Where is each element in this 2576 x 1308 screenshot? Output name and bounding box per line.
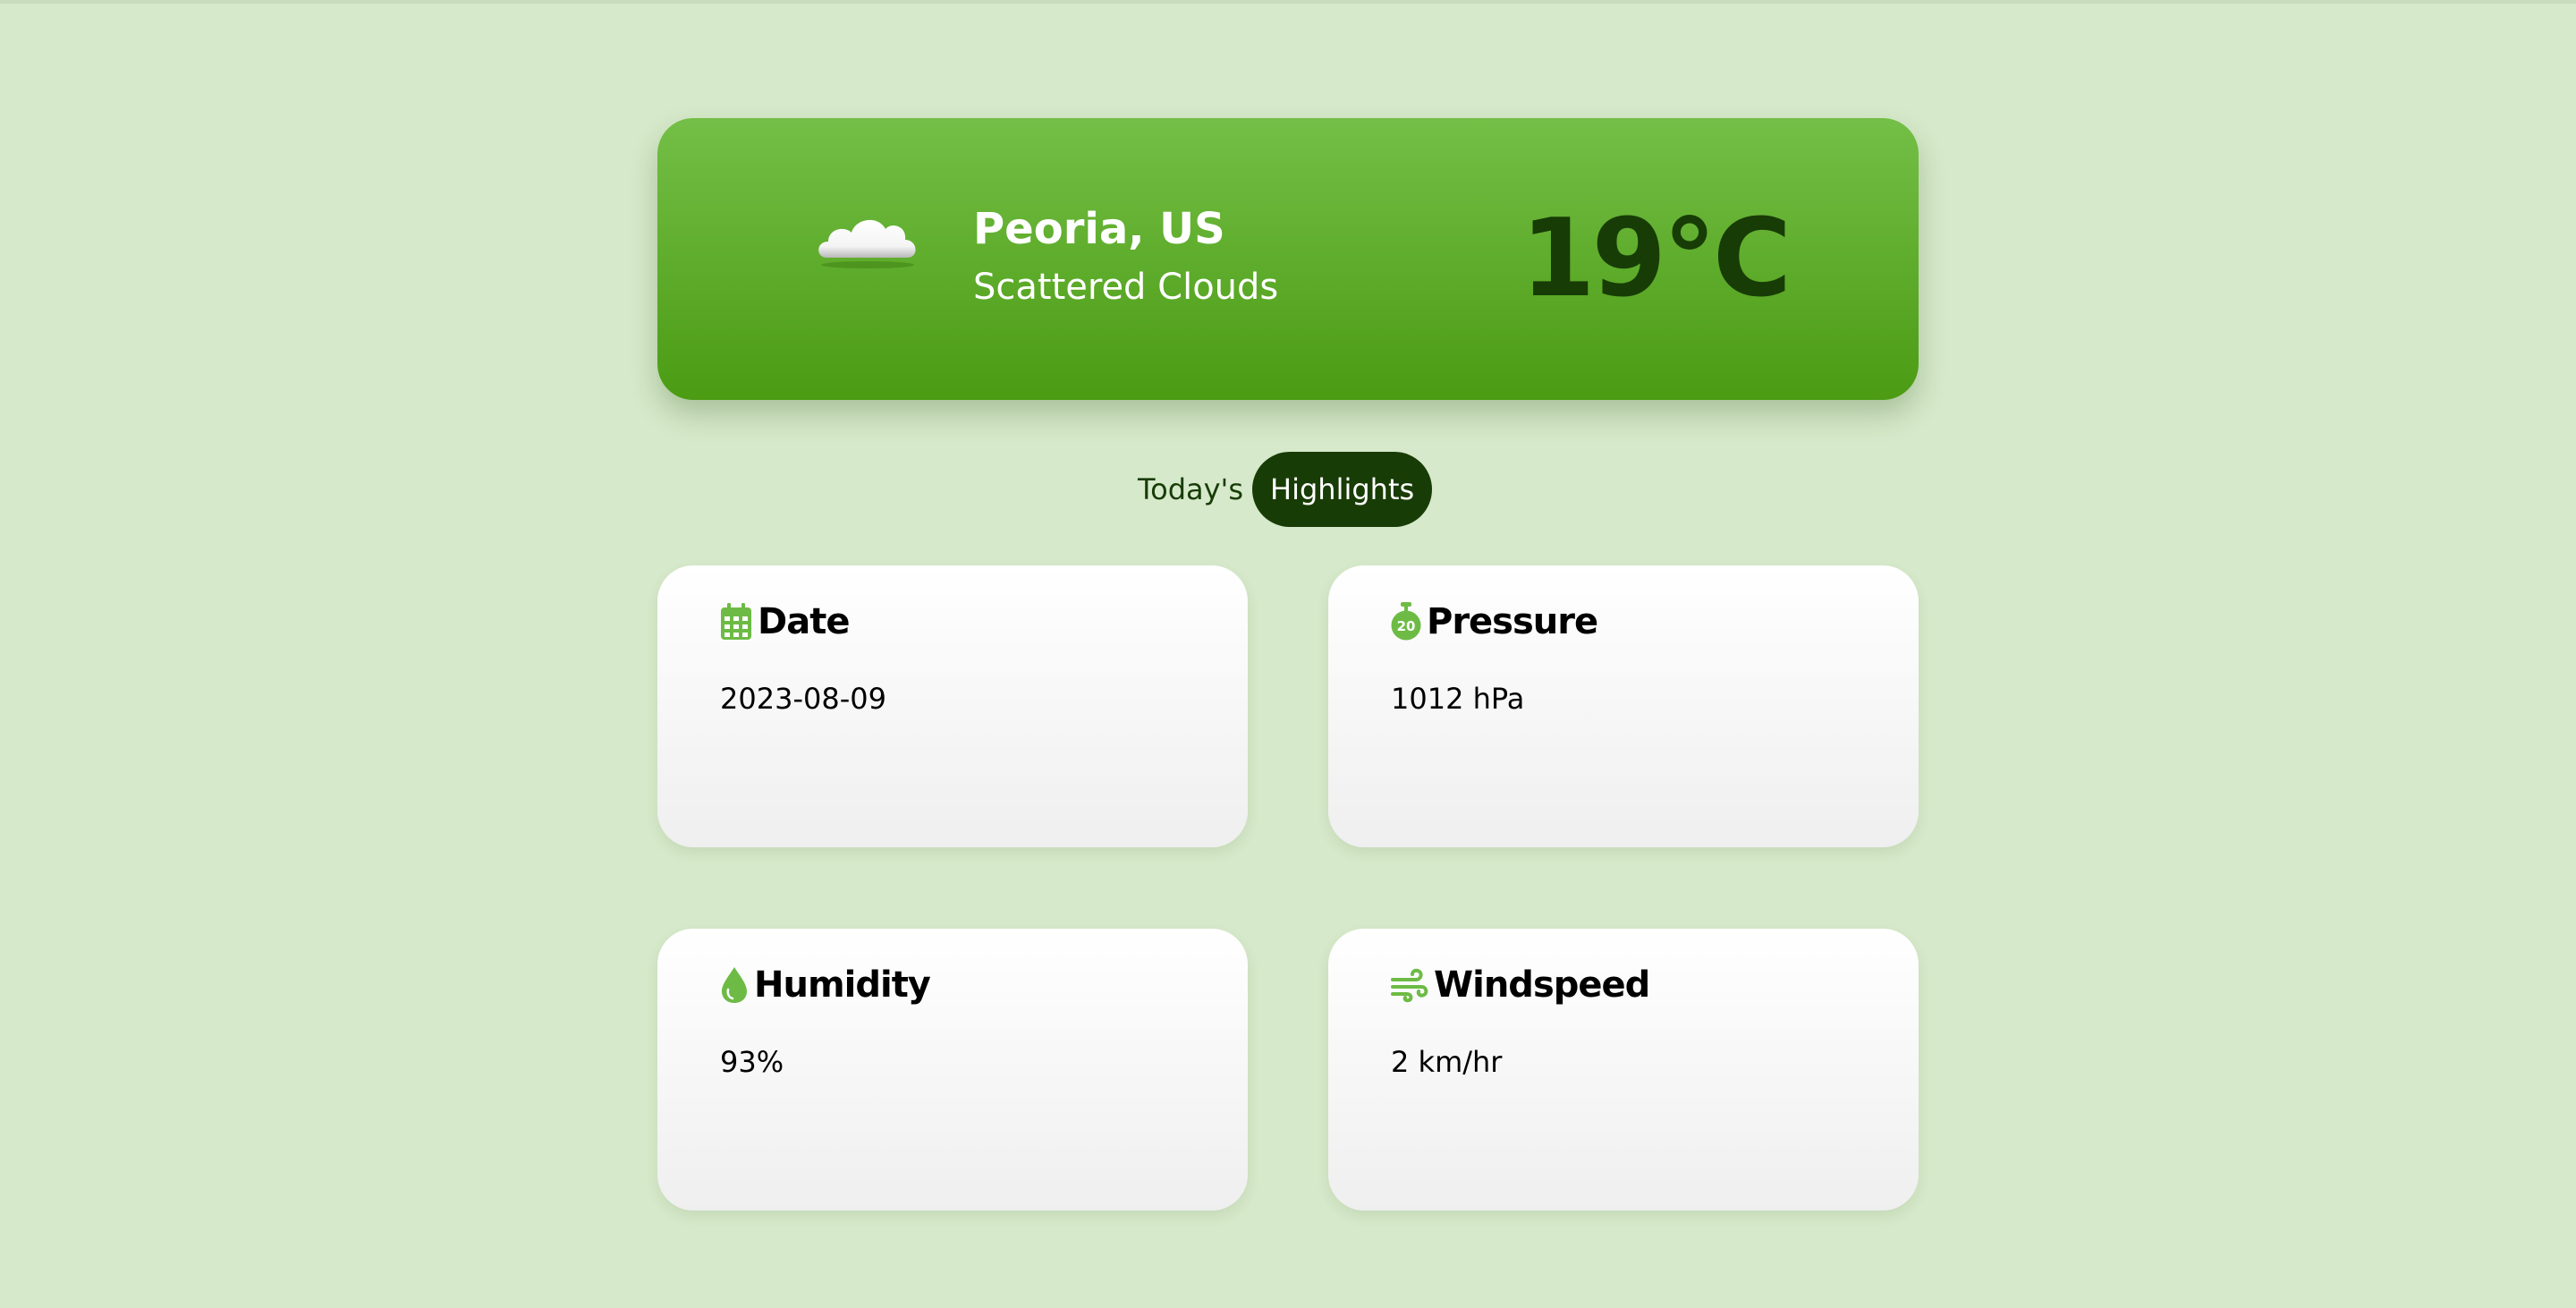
- wind-icon: [1391, 968, 1428, 1003]
- windspeed-card-title: Windspeed: [1434, 964, 1650, 1006]
- date-card-title: Date: [758, 601, 850, 642]
- highlights-pill: Highlights: [1252, 452, 1433, 527]
- svg-text:20: 20: [1397, 618, 1416, 634]
- humidity-card: Humidity 93%: [657, 929, 1248, 1210]
- humidity-card-header: Humidity: [720, 964, 931, 1006]
- windspeed-value: 2 km/hr: [1391, 1045, 1503, 1079]
- pressure-card: 20 Pressure 1012 hPa: [1328, 565, 1919, 847]
- pressure-card-title: Pressure: [1427, 601, 1598, 642]
- date-card: Date 2023-08-09: [657, 565, 1248, 847]
- stopwatch-icon: 20: [1391, 602, 1421, 641]
- current-weather-card: Peoria, US Scattered Clouds 19°C: [657, 118, 1919, 400]
- pressure-value: 1012 hPa: [1391, 682, 1525, 716]
- humidity-card-title: Humidity: [754, 964, 931, 1006]
- calendar-icon: [721, 603, 751, 640]
- humidity-value: 93%: [720, 1045, 784, 1079]
- date-value: 2023-08-09: [720, 682, 886, 716]
- highlights-heading: Today's Highlights: [1138, 452, 1433, 527]
- highlights-heading-lead: Today's: [1138, 472, 1244, 506]
- pressure-card-header: 20 Pressure: [1391, 601, 1598, 642]
- date-card-header: Date: [720, 601, 850, 642]
- weather-condition: Scattered Clouds: [973, 267, 1279, 308]
- droplet-icon: [722, 967, 747, 1003]
- windspeed-card: Windspeed 2 km/hr: [1328, 929, 1919, 1210]
- windspeed-card-header: Windspeed: [1391, 964, 1650, 1006]
- cloud-icon: [818, 219, 916, 268]
- temperature-value: 19°C: [1521, 197, 1792, 321]
- location-name: Peoria, US: [973, 204, 1225, 254]
- top-edge: [0, 0, 2576, 4]
